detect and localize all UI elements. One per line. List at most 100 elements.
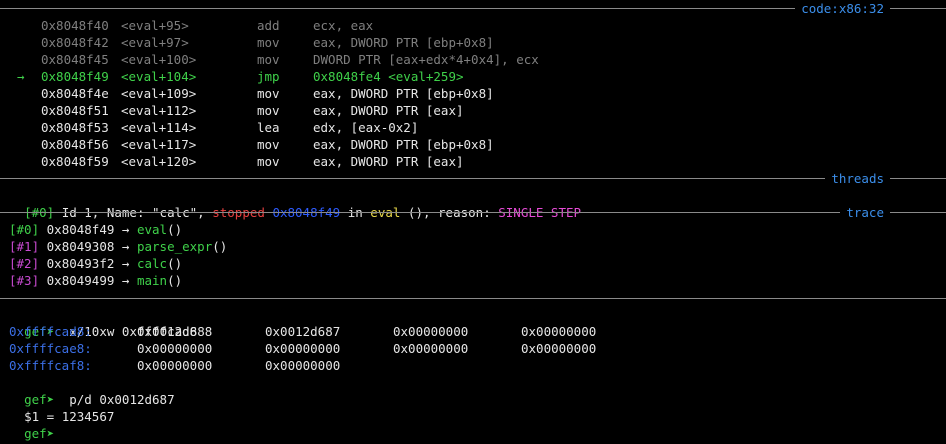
instruction-address: 0x8048f40 [41, 18, 109, 33]
instruction-row: 0x8048f53 <eval+114> lea edx, [eax-0x2] [0, 119, 946, 136]
instruction-row: 0x8048f56 <eval+117> mov eax, DWORD PTR [eb… [0, 136, 946, 153]
console-input-line[interactable]: gef➤ [9, 408, 54, 441]
frame-arrow-icon: → [121, 273, 130, 288]
memory-row: 0xffffcad8: 0x0012d688 0x0012d687 0x0000000… [0, 323, 946, 340]
memory-address: 0xffffcae8: [9, 341, 92, 356]
backtrace-frame: [#2] 0x80493f2 → calc() [9, 255, 182, 272]
frame-address: 0x8049499 [46, 273, 115, 288]
instruction-symbol: <eval+104> [121, 69, 197, 84]
instruction-mnemonic: lea [257, 120, 280, 135]
instruction-mnemonic: mov [257, 103, 280, 118]
instruction-symbol: <eval+95> [121, 18, 189, 33]
frame-index: [#2] [9, 256, 40, 271]
console-command-line[interactable]: gef➤ x/10xw 0xffffcad8 [9, 306, 197, 339]
frame-call-parens: () [167, 256, 183, 271]
section-rule [0, 212, 946, 213]
frame-function: calc [136, 256, 168, 271]
context-end-rule [0, 290, 946, 307]
instruction-row: 0x8048f45 <eval+100> mov DWORD PTR [eax+edx… [0, 51, 946, 68]
memory-word: 0x0012d687 [265, 324, 341, 339]
instruction-address: 0x8048f51 [41, 103, 109, 118]
memory-address: 0xffffcaf8: [9, 358, 92, 373]
current-instruction-row: → 0x8048f49 <eval+104> jmp 0x8048fe4 <eval+2… [0, 68, 946, 85]
frame-address: 0x8049308 [46, 239, 115, 254]
instruction-mnemonic: add [257, 18, 280, 33]
instruction-row: 0x8048f4e <eval+109> mov eax, DWORD PTR [eb… [0, 85, 946, 102]
instruction-row: 0x8048f42 <eval+97> mov eax, DWORD PTR [ebp… [0, 34, 946, 51]
memory-word: 0x00000000 [393, 341, 469, 356]
instruction-operands: DWORD PTR [eax+edx*4+0x4], ecx [313, 52, 539, 67]
memory-word: 0x00000000 [137, 358, 213, 373]
instruction-operands: eax, DWORD PTR [ebp+0x8] [313, 35, 494, 50]
instruction-address: 0x8048f56 [41, 137, 109, 152]
memory-word: 0x00000000 [393, 324, 469, 339]
section-rule [0, 298, 946, 299]
instruction-row: 0x8048f51 <eval+112> mov eax, DWORD PTR [ea… [0, 102, 946, 119]
memory-word: 0x0012d688 [137, 324, 213, 339]
trace-section-header: trace [0, 204, 946, 221]
frame-call-parens: () [167, 222, 183, 237]
instruction-address: 0x8048f49 [41, 69, 109, 84]
instruction-mnemonic: mov [257, 154, 280, 169]
instruction-symbol: <eval+112> [121, 103, 197, 118]
frame-call-parens: () [167, 273, 183, 288]
gef-prompt: gef➤ [24, 426, 55, 441]
frame-index: [#1] [9, 239, 40, 254]
section-rule [0, 178, 946, 179]
instruction-operands: eax, DWORD PTR [eax] [313, 154, 464, 169]
trace-section-label: trace [840, 204, 890, 221]
frame-call-parens: () [212, 239, 228, 254]
frame-function: parse_expr [136, 239, 213, 254]
thread-status-line: [#0] Id 1, Name: "calc", stopped 0x8048f… [9, 187, 581, 220]
threads-section-header: threads [0, 170, 946, 187]
memory-word: 0x00000000 [137, 341, 213, 356]
instruction-operands: 0x8048fe4 <eval+259> [313, 69, 464, 84]
frame-function: eval [136, 222, 168, 237]
instruction-address: 0x8048f53 [41, 120, 109, 135]
instruction-row: 0x8048f40 <eval+95> add ecx, eax [0, 17, 946, 34]
backtrace-frame: [#3] 0x8049499 → main() [9, 272, 182, 289]
frame-index: [#3] [9, 273, 40, 288]
instruction-symbol: <eval+114> [121, 120, 197, 135]
memory-word: 0x00000000 [265, 358, 341, 373]
backtrace-frame: [#1] 0x8049308 → parse_expr() [9, 238, 227, 255]
instruction-mnemonic: mov [257, 86, 280, 101]
instruction-operands: eax, DWORD PTR [eax] [313, 103, 464, 118]
instruction-symbol: <eval+100> [121, 52, 197, 67]
instruction-operands: ecx, eax [313, 18, 374, 33]
instruction-symbol: <eval+109> [121, 86, 197, 101]
frame-address: 0x8048f49 [46, 222, 115, 237]
code-section-label: code:x86:32 [795, 0, 890, 17]
print-result: $1 = 1234567 [9, 391, 114, 424]
instruction-operands: eax, DWORD PTR [ebp+0x8] [313, 137, 494, 152]
frame-address: 0x80493f2 [46, 256, 115, 271]
instruction-mnemonic: jmp [257, 69, 280, 84]
frame-index: [#0] [9, 222, 40, 237]
instruction-symbol: <eval+97> [121, 35, 189, 50]
frame-arrow-icon: → [121, 222, 130, 237]
frame-function: main [136, 273, 168, 288]
instruction-row: 0x8048f59 <eval+120> mov eax, DWORD PTR [ea… [0, 153, 946, 170]
memory-row: 0xffffcaf8: 0x00000000 0x00000000 [0, 357, 946, 374]
frame-arrow-icon: → [121, 239, 130, 254]
memory-row: 0xffffcae8: 0x00000000 0x00000000 0x0000000… [0, 340, 946, 357]
instruction-operands: eax, DWORD PTR [ebp+0x8] [313, 86, 494, 101]
memory-address: 0xffffcad8: [9, 324, 92, 339]
backtrace-frame: [#0] 0x8048f49 → eval() [9, 221, 182, 238]
current-pc-arrow-icon: → [17, 69, 25, 84]
instruction-mnemonic: mov [257, 137, 280, 152]
instruction-operands: edx, [eax-0x2] [313, 120, 419, 135]
instruction-address: 0x8048f59 [41, 154, 109, 169]
threads-section-label: threads [825, 170, 890, 187]
instruction-mnemonic: mov [257, 52, 280, 67]
memory-word: 0x00000000 [521, 324, 597, 339]
instruction-address: 0x8048f45 [41, 52, 109, 67]
frame-arrow-icon: → [121, 256, 130, 271]
instruction-mnemonic: mov [257, 35, 280, 50]
console-command-line[interactable]: gef➤ p/d 0x0012d687 [9, 374, 175, 407]
instruction-address: 0x8048f4e [41, 86, 109, 101]
instruction-address: 0x8048f42 [41, 35, 109, 50]
memory-word: 0x00000000 [265, 341, 341, 356]
instruction-symbol: <eval+120> [121, 154, 197, 169]
memory-word: 0x00000000 [521, 341, 597, 356]
